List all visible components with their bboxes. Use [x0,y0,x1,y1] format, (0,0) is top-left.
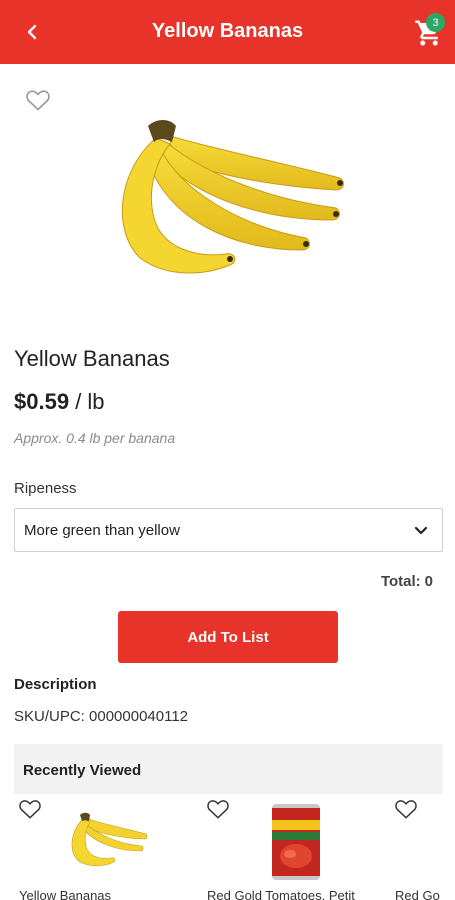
recently-viewed-item[interactable]: Yellow Bananas [14,796,202,900]
ripeness-selected-value: More green than yellow [24,521,180,539]
total-display: Total: 0 [381,573,433,590]
recently-viewed-header: Recently Viewed [14,744,443,794]
recently-viewed-item-name: Red Gold Tomatoes, Petit [207,888,355,900]
recently-viewed-item[interactable]: Red Go [390,796,455,900]
heart-outline-icon[interactable] [206,798,230,820]
description-heading: Description [14,676,97,693]
recently-viewed-item-name: Yellow Bananas [19,888,112,900]
add-to-list-button[interactable]: Add To List [118,611,338,663]
product-image [121,120,344,274]
ripeness-select[interactable]: More green than yellow [14,508,443,552]
product-thumbnail [71,812,148,867]
total-value: 0 [424,573,433,590]
heart-outline-icon [26,90,50,111]
page-title: Yellow Bananas [151,20,304,42]
ripeness-label: Ripeness [14,480,77,497]
chevron-down-icon [414,526,428,535]
cart-count-badge: 3 [426,13,445,32]
product-thumbnail [272,804,320,880]
recently-viewed-item-name: Red Go [395,888,440,900]
sku-text: SKU/UPC: 000000040112 [14,708,189,725]
recently-viewed-item[interactable]: Red Gold Tomatoes, Petit [202,796,390,900]
heart-outline-icon[interactable] [394,798,418,820]
favorite-button[interactable] [25,88,51,112]
total-label: Total: [380,573,421,590]
heart-outline-icon[interactable] [18,798,42,820]
product-price: $0.59 [14,389,70,414]
product-name: Yellow Bananas [14,346,170,371]
top-app-bar: Yellow Bananas 3 [0,0,455,64]
recently-viewed-title: Recently Viewed [23,762,142,779]
price-row: $0.59 / lb [14,389,105,415]
price-unit: / lb [75,389,105,414]
approx-weight-note: Approx. 0.4 lb per banana [14,430,176,446]
